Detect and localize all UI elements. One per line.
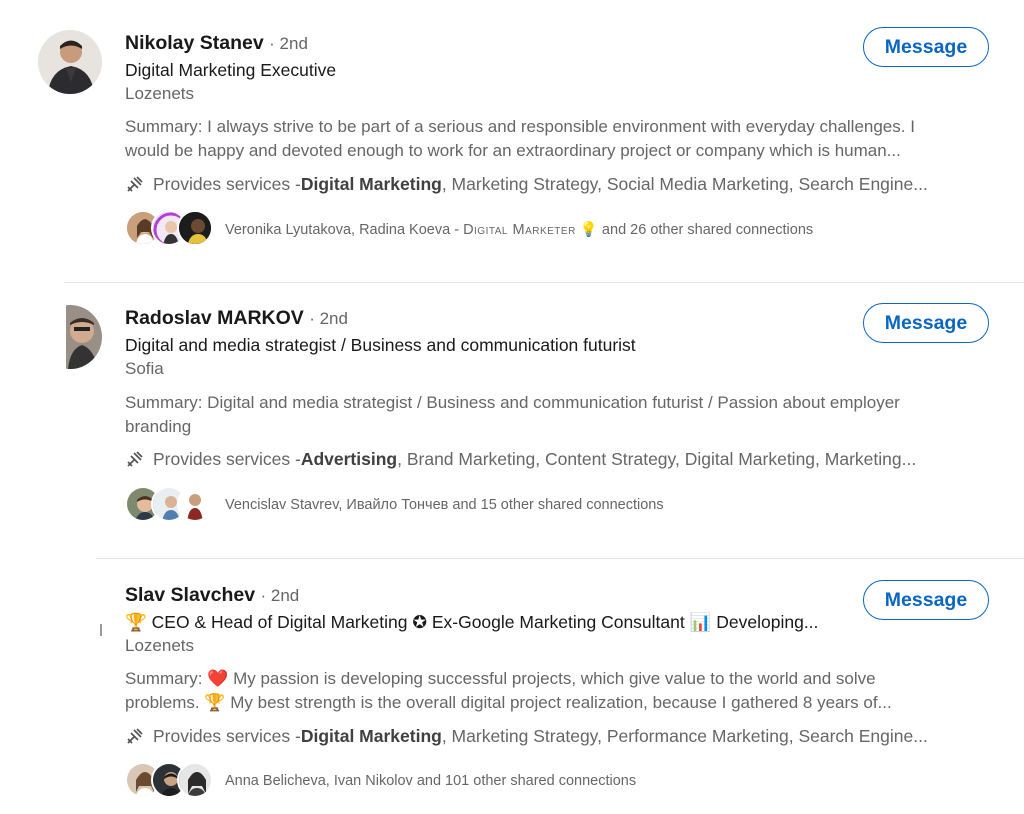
summary-line: Summary: ❤️ My passion is developing suc… [125, 669, 876, 688]
services-rest: , Marketing Strategy, Social Media Marke… [441, 174, 928, 194]
shared-count: and 26 other shared connections [597, 221, 814, 238]
shared-title: Digital Marketer [463, 221, 576, 238]
bulb-icon: 💡 [579, 221, 598, 238]
avatar [177, 762, 213, 798]
message-button[interactable]: Message [863, 27, 989, 67]
shared-connections[interactable]: Vencislav Stavrev, Ивайло Тончев and 15 … [125, 486, 664, 524]
avatar[interactable] [38, 30, 102, 94]
services-primary: Digital Marketing [300, 726, 442, 746]
message-button[interactable]: Message [863, 303, 989, 343]
profile-name[interactable]: Nikolay Stanev [125, 32, 264, 54]
headline: Digital and media strategist / Business … [125, 335, 636, 355]
shared-connections[interactable]: Anna Belicheva, Ivan Nikolov and 101 oth… [125, 762, 636, 800]
services: Provides services - Advertising, Brand M… [125, 447, 916, 471]
avatar [177, 210, 213, 246]
services-rest: , Brand Marketing, Content Strategy, Dig… [397, 449, 917, 469]
connection-degree: · 2nd [269, 34, 308, 53]
connection-degree: · 2nd [309, 309, 348, 328]
avatar [177, 486, 213, 522]
location: Lozenets [125, 636, 194, 655]
shared-connections-text: Anna Belicheva, Ivan Nikolov and 101 oth… [225, 773, 637, 789]
tools-icon [125, 726, 145, 746]
headline: 🏆 CEO & Head of Digital Marketing ✪ Ex-G… [125, 612, 819, 632]
summary-line: problems. 🏆 My best strength is the over… [125, 693, 892, 712]
services-primary: Digital Marketing [300, 174, 442, 194]
summary: Summary: Digital and media strategist / … [125, 391, 970, 439]
services-rest: , Marketing Strategy, Performance Market… [441, 726, 928, 746]
summary-line: Summary: I always strive to be part of a… [125, 117, 915, 136]
services-prefix: Provides services - [153, 726, 301, 746]
headline: Digital Marketing Executive [125, 60, 337, 80]
avatar[interactable] [80, 582, 108, 646]
location: Lozenets [125, 84, 194, 103]
services-prefix: Provides services - [153, 174, 301, 194]
tools-icon [125, 449, 145, 469]
search-result-slav-slavchev: Slav Slavchev · 2nd 🏆 CEO & Head of Digi… [0, 558, 1024, 814]
summary-line: would be happy and devoted enough to wor… [125, 141, 901, 160]
summary-line: branding [125, 417, 192, 436]
search-result-nikolay-stanev: Nikolay Stanev · 2nd Digital Marketing E… [0, 0, 1024, 282]
location: Sofia [125, 359, 164, 378]
avatar[interactable] [38, 305, 102, 369]
services-primary: Advertising [300, 449, 398, 469]
name-line: Radoslav MARKOV · 2nd [125, 306, 348, 331]
shared-connections[interactable]: Veronika Lyutakova, Radina Koeva - Digit… [125, 210, 813, 248]
shared-connections-text: Vencislav Stavrev, Ивайло Тончев and 15 … [225, 497, 664, 513]
summary: Summary: I always strive to be part of a… [125, 115, 970, 163]
services: Provides services - Digital Marketing, M… [125, 724, 928, 748]
search-result-radoslav-markov: Radoslav MARKOV · 2nd Digital and media … [0, 282, 1024, 558]
connection-avatars [125, 210, 217, 248]
shared-names: Veronika Lyutakova, Radina Koeva - [225, 221, 464, 238]
shared-connections-text: Veronika Lyutakova, Radina Koeva - Digit… [225, 221, 813, 238]
services: Provides services - Digital Marketing, M… [125, 172, 928, 196]
profile-name[interactable]: Slav Slavchev [125, 584, 255, 606]
services-prefix: Provides services - [153, 449, 301, 469]
connection-avatars [125, 486, 217, 524]
name-line: Nikolay Stanev · 2nd [125, 31, 308, 56]
connection-avatars [125, 762, 217, 800]
name-line: Slav Slavchev · 2nd [125, 583, 299, 608]
connection-degree: · 2nd [260, 586, 300, 605]
summary-line: Summary: Digital and media strategist / … [125, 393, 900, 412]
profile-name[interactable]: Radoslav MARKOV [125, 307, 304, 329]
message-button[interactable]: Message [863, 580, 989, 620]
tools-icon [125, 174, 145, 194]
summary: Summary: ❤️ My passion is developing suc… [125, 667, 970, 715]
